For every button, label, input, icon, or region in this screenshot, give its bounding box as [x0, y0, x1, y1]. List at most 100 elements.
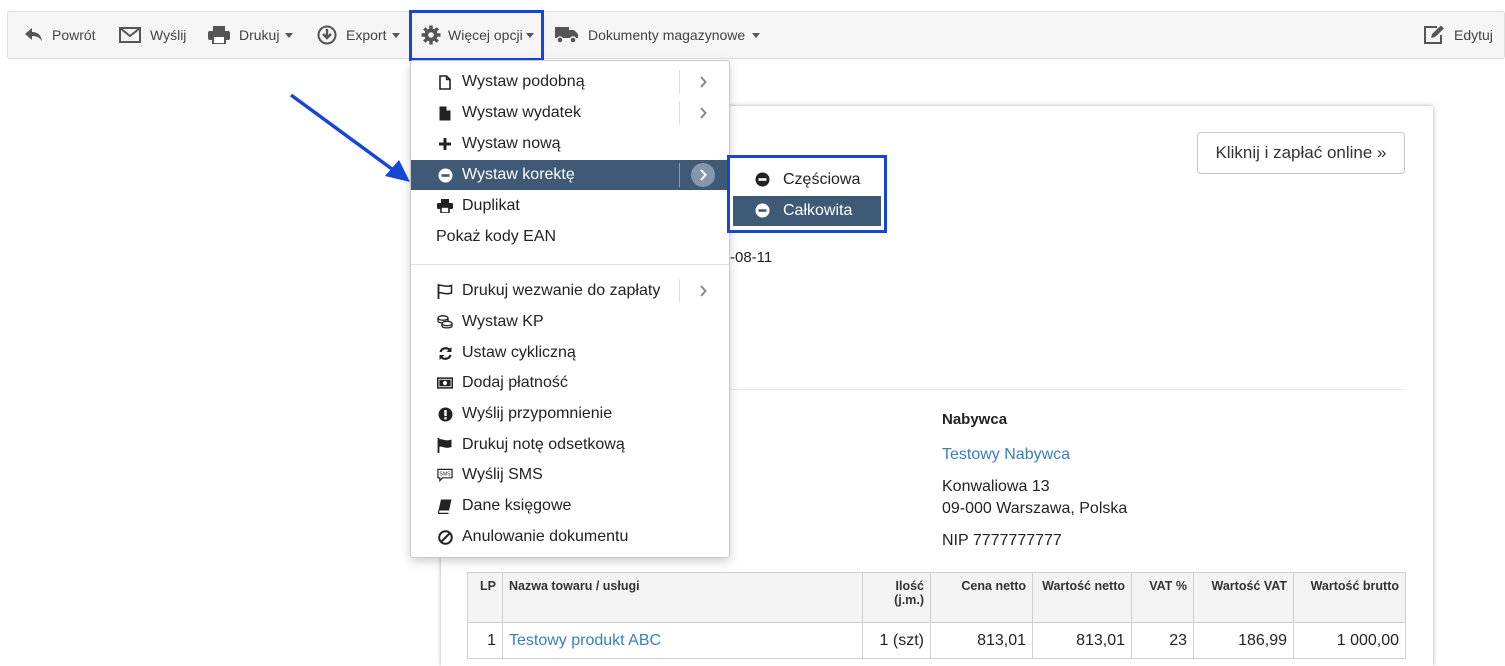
submenu-item-full[interactable]: Całkowita: [733, 196, 881, 226]
reply-icon: [25, 28, 42, 41]
more-options-menu: Wystaw podobną Wystaw wydatek Wystaw now…: [410, 60, 730, 558]
minus-circle-icon: [755, 172, 771, 188]
menu-item-reminder[interactable]: Wyślij przypomnienie: [411, 399, 729, 429]
cell-net-value: 813,01: [1032, 622, 1132, 659]
menu-item-label: Wystaw korektę: [462, 166, 575, 183]
print-label: Drukuj: [239, 27, 280, 43]
submenu-divider: [679, 163, 680, 187]
chevron-right-icon[interactable]: [695, 105, 711, 121]
back-label: Powrót: [52, 27, 96, 43]
cell-vat-value: 186,99: [1193, 622, 1294, 659]
export-button[interactable]: Export: [317, 12, 401, 58]
menu-item-expense[interactable]: Wystaw wydatek: [411, 98, 729, 128]
menu-item-label: Drukuj wezwanie do zapłaty: [462, 282, 661, 299]
minus-circle-icon: [437, 167, 453, 183]
menu-item-add-payment[interactable]: Dodaj płatność: [411, 368, 729, 398]
menu-item-label: Drukuj notę odsetkową: [462, 436, 625, 453]
col-vat-rate: VAT %: [1131, 572, 1194, 623]
edit-icon: [1424, 25, 1444, 44]
plus-icon: [437, 136, 453, 152]
edit-button[interactable]: Edytuj: [1423, 12, 1493, 58]
book-icon: [437, 498, 453, 514]
menu-item-similar[interactable]: Wystaw podobną: [411, 67, 729, 97]
cell-product-link[interactable]: Testowy produkt ABC: [502, 622, 863, 659]
buyer-city: 09-000 Warszawa, Polska: [942, 500, 1128, 517]
menu-item-recurring[interactable]: Ustaw cykliczną: [411, 338, 729, 368]
flag-outline-icon: [437, 283, 453, 299]
menu-item-accounting[interactable]: Dane księgowe: [411, 491, 729, 521]
pay-online-button[interactable]: Kliknij i zapłać online »: [1197, 132, 1405, 174]
buyer-nip: NIP 7777777777: [942, 532, 1062, 549]
menu-item-payment-demand[interactable]: Drukuj wezwanie do zapłaty: [411, 276, 729, 306]
col-name: Nazwa towaru / usługi: [502, 572, 863, 623]
edit-label: Edytuj: [1454, 27, 1493, 43]
warehouse-documents-label: Dokumenty magazynowe: [588, 27, 746, 43]
issue-date: -08-11: [730, 249, 773, 266]
submenu-divider: [679, 70, 680, 94]
menu-item-label: Wyślij SMS: [462, 466, 543, 483]
menu-item-label: Dodaj płatność: [462, 374, 568, 391]
print-icon: [437, 198, 453, 214]
chevron-right-icon[interactable]: [695, 74, 711, 90]
cell-qty: 1 (szt): [862, 622, 931, 659]
menu-item-label: Duplikat: [462, 197, 520, 214]
menu-item-interest-note[interactable]: Drukuj notę odsetkową: [411, 430, 729, 460]
menu-item-correction[interactable]: Wystaw korektę: [411, 160, 729, 190]
back-button[interactable]: Powrót: [25, 12, 96, 58]
menu-item-label: Wystaw nową: [462, 135, 561, 152]
flag-solid-icon: [437, 437, 453, 453]
cell-vat-rate: 23: [1131, 622, 1194, 659]
table-row: 1 Testowy produkt ABC 1 (szt) 813,01 813…: [467, 622, 1406, 659]
menu-item-label: Wyślij przypomnienie: [462, 405, 613, 422]
sync-icon: [437, 345, 453, 361]
send-button[interactable]: Wyślij: [119, 12, 186, 58]
chevron-down-icon: [752, 32, 761, 38]
col-vat-value: Wartość VAT: [1193, 572, 1294, 623]
cell-gross-value: 1 000,00: [1293, 622, 1406, 659]
menu-divider: [411, 264, 729, 265]
menu-item-label: Pokaż kody EAN: [436, 228, 557, 245]
col-net-value: Wartość netto: [1032, 572, 1132, 623]
minus-circle-icon: [755, 203, 771, 219]
col-qty: Ilość (j.m.): [862, 572, 931, 623]
submenu-item-label: Całkowita: [783, 202, 853, 219]
menu-item-ean-codes[interactable]: Pokaż kody EAN: [411, 222, 729, 252]
ban-icon: [437, 529, 453, 545]
warehouse-documents-button[interactable]: Dokumenty magazynowe: [555, 12, 761, 58]
col-lp: LP: [467, 572, 503, 623]
col-net-price: Cena netto: [930, 572, 1033, 623]
menu-item-label: Dane księgowe: [462, 497, 572, 514]
menu-item-duplicate[interactable]: Duplikat: [411, 191, 729, 221]
toolbar: Powrót Wyślij Drukuj Export Więcej opcji…: [7, 11, 1505, 59]
menu-item-label: Wystaw KP: [462, 313, 544, 330]
menu-item-label: Wystaw wydatek: [462, 104, 581, 121]
buyer-street: Konwaliowa 13: [942, 478, 1050, 495]
sms-icon: SMS: [437, 467, 453, 483]
annotation-arrow-icon: [289, 93, 410, 182]
menu-item-label: Ustaw cykliczną: [462, 344, 576, 361]
items-table: LP Nazwa towaru / usługi Ilość (j.m.) Cen…: [467, 572, 1406, 659]
submenu-item-label: Częściowa: [783, 171, 861, 188]
money-bill-icon: [437, 375, 453, 391]
col-gross-value: Wartość brutto: [1293, 572, 1406, 623]
menu-item-label: Wystaw podobną: [462, 73, 585, 90]
menu-item-new[interactable]: Wystaw nową: [411, 129, 729, 159]
more-options-highlight: [409, 10, 544, 61]
submenu-divider: [679, 101, 680, 125]
menu-item-cancel-document[interactable]: Anulowanie dokumentu: [411, 522, 729, 552]
chevron-right-icon[interactable]: [691, 163, 715, 187]
table-header-row: LP Nazwa towaru / usługi Ilość (j.m.) Cen…: [467, 572, 1406, 623]
menu-item-sms[interactable]: SMS Wyślij SMS: [411, 460, 729, 490]
print-button[interactable]: Drukuj: [208, 12, 294, 58]
submenu-item-partial[interactable]: Częściowa: [733, 165, 881, 195]
coins-icon: [437, 314, 453, 330]
export-label: Export: [346, 27, 387, 43]
buyer-name-link[interactable]: Testowy Nabywca: [942, 446, 1070, 464]
submenu-divider: [679, 279, 680, 303]
menu-item-label: Anulowanie dokumentu: [462, 528, 629, 545]
envelope-icon: [119, 27, 141, 43]
file-solid-icon: [437, 105, 453, 121]
chevron-right-icon[interactable]: [695, 283, 711, 299]
menu-item-kp[interactable]: Wystaw KP: [411, 307, 729, 337]
download-circle-icon: [317, 25, 337, 45]
